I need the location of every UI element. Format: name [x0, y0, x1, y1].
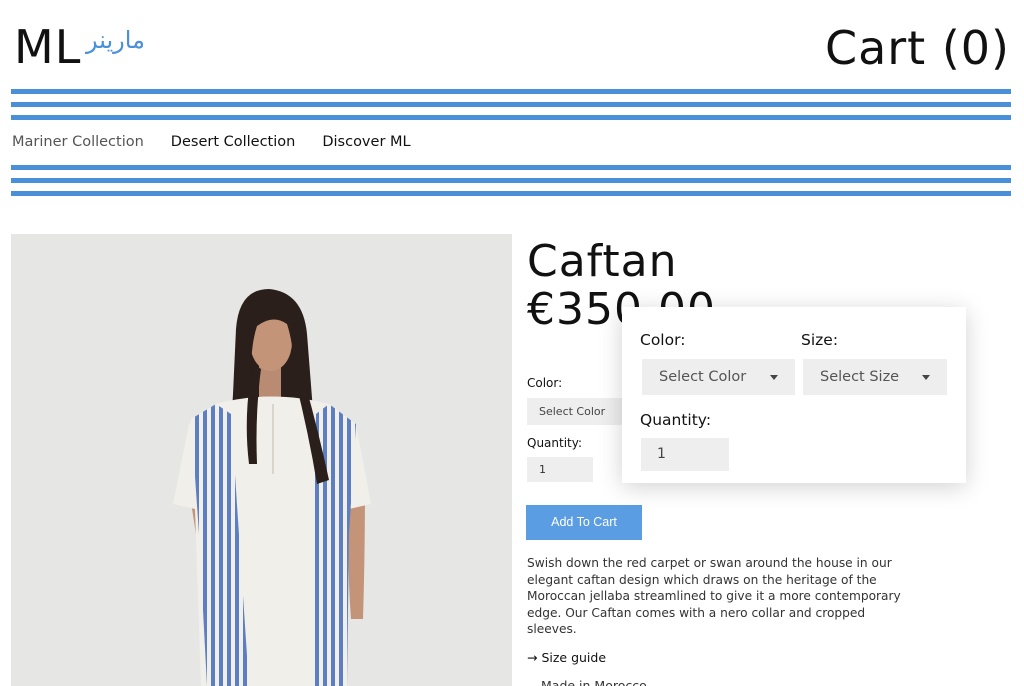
popup-quantity-input[interactable]: 1 — [641, 438, 729, 471]
color-label: Color: — [527, 376, 563, 390]
popup-size-select[interactable]: Select Size — [803, 359, 947, 395]
nav-item-mariner-collection[interactable]: Mariner Collection — [12, 134, 144, 150]
quantity-label: Quantity: — [527, 436, 583, 450]
nav-item-discover-ml[interactable]: Discover ML — [322, 134, 410, 150]
product-title: Caftan — [527, 236, 678, 287]
chevron-down-icon — [770, 375, 778, 380]
popup-color-label: Color: — [640, 331, 686, 349]
add-to-cart-button[interactable]: Add To Cart — [526, 505, 642, 540]
product-image — [11, 234, 512, 686]
chevron-down-icon — [922, 375, 930, 380]
nav-item-desert-collection[interactable]: Desert Collection — [171, 134, 296, 150]
size-guide-link[interactable]: → Size guide — [527, 650, 606, 665]
product-description: Swish down the red carpet or swan around… — [527, 556, 901, 636]
main-nav: Mariner Collection Desert Collection Dis… — [12, 134, 411, 150]
popup-color-select[interactable]: Select Color — [642, 359, 795, 395]
logo[interactable]: ML مارينر — [14, 20, 145, 74]
bottom-stripes-divider — [11, 165, 1011, 204]
popup-size-label: Size: — [801, 331, 839, 349]
popup-quantity-label: Quantity: — [640, 411, 712, 429]
quantity-input[interactable]: 1 — [527, 457, 593, 482]
logo-text: ML — [14, 20, 82, 74]
options-popup: Color: Size: Select Color Select Size Qu… — [622, 307, 966, 483]
logo-script: مارينر — [86, 26, 145, 54]
color-select[interactable]: Select Color — [527, 398, 625, 425]
popup-color-value: Select Color — [659, 369, 747, 385]
cart-link[interactable]: Cart (0) — [825, 20, 1010, 76]
top-stripes-divider — [11, 89, 1011, 128]
popup-size-value: Select Size — [820, 369, 900, 385]
made-in-text: Made in Morocco — [541, 678, 647, 686]
